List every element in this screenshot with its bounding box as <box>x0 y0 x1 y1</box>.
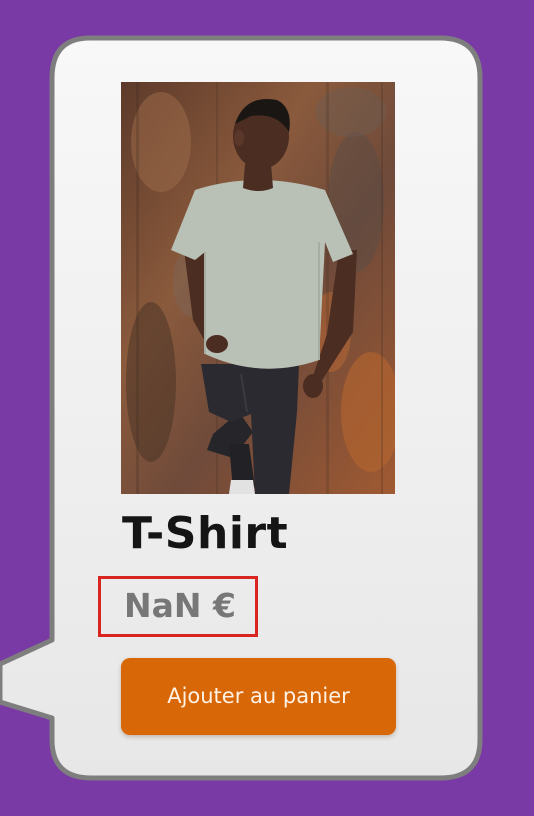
product-name: T-Shirt <box>122 508 289 559</box>
product-image <box>121 82 395 494</box>
product-price: NaN € <box>124 586 236 625</box>
add-to-cart-button[interactable]: Ajouter au panier <box>121 658 396 735</box>
